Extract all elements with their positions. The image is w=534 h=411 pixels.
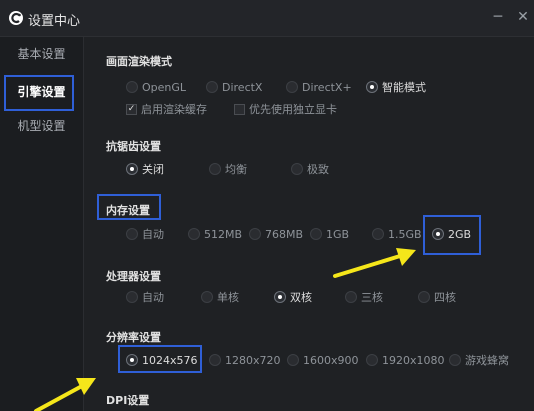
annotation-arrows — [34, 248, 416, 411]
arrow-to-resolution-icon — [34, 378, 96, 411]
arrow-to-2gb-icon — [333, 248, 416, 278]
